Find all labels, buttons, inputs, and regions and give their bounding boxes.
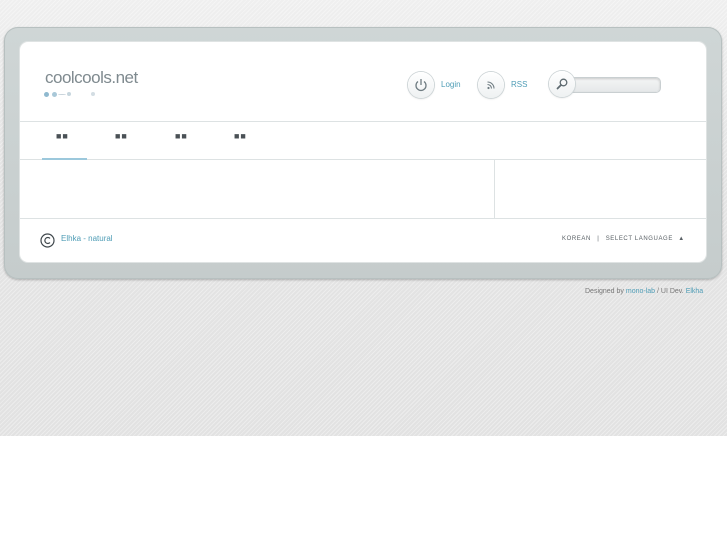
logo-dots [44,92,104,98]
select-language-label[interactable]: SELECT LANGUAGE [606,236,673,242]
search-icon [556,78,568,90]
nav-item-3[interactable]: ■■ [175,131,188,141]
rss-label[interactable]: RSS [511,80,527,89]
header-divider [20,121,706,122]
login-label[interactable]: Login [441,80,461,89]
content-column-divider [494,160,495,218]
nav-divider [20,159,706,160]
rss-button[interactable] [478,72,504,98]
search-input[interactable] [578,79,654,91]
nav-item-2[interactable]: ■■ [115,131,128,141]
credit-middle: / UI Dev. [657,288,684,295]
triangle-up-icon[interactable]: ▲ [675,236,685,242]
login-button[interactable] [408,72,434,98]
developer-link[interactable]: Elkha [686,288,704,295]
nav-item-1[interactable]: ■■ [56,131,69,141]
footer-divider [20,218,706,219]
power-icon [415,79,427,92]
language-selector[interactable]: KOREAN | SELECT LANGUAGE ▲ [562,236,685,242]
nav-item-4[interactable]: ■■ [234,131,247,141]
site-logo[interactable]: coolcools.net [45,68,138,88]
designer-link[interactable]: mono-lab [626,288,655,295]
language-separator: | [597,236,600,242]
credit-prefix: Designed by [585,288,624,295]
copyright-icon [40,233,55,253]
nav-active-indicator [42,158,87,160]
search-button[interactable] [549,71,575,97]
copyright-text[interactable]: Elhka - natural [61,234,113,243]
rss-icon [487,81,495,90]
current-language: KOREAN [562,236,591,242]
site-credit: Designed by mono-lab / UI Dev. Elkha [585,288,703,295]
